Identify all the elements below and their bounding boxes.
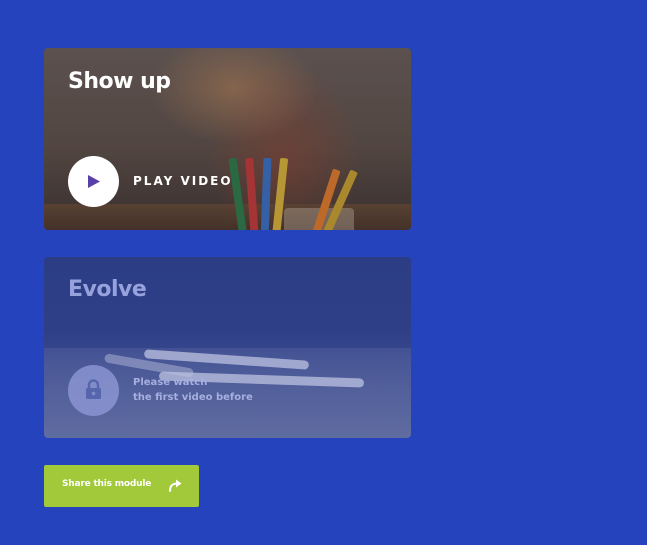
lock-icon <box>86 379 101 399</box>
play-video-label[interactable]: PLAY VIDEO <box>133 174 233 188</box>
module-card-show-up[interactable]: Show up PLAY VIDEO <box>44 48 411 230</box>
play-icon <box>88 175 100 188</box>
locked-message-line: Please watch <box>133 377 208 388</box>
share-module-label: Share this module <box>62 479 152 489</box>
module-title: Show up <box>68 69 171 94</box>
locked-message: Please watch the first video before <box>133 375 253 405</box>
play-video-button[interactable] <box>68 156 119 207</box>
share-module-button[interactable]: Share this module <box>44 465 199 507</box>
locked-message-line: the first video before <box>133 392 253 403</box>
module-title: Evolve <box>68 277 147 302</box>
locked-indicator <box>68 365 119 416</box>
share-arrow-icon <box>169 479 182 492</box>
module-card-evolve: Evolve Please watch the first video befo… <box>44 257 411 438</box>
